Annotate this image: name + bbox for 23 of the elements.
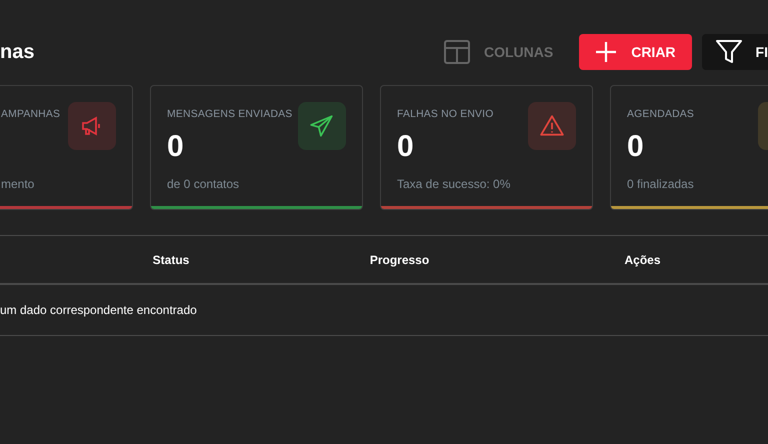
columns-icon bbox=[444, 40, 470, 64]
stat-label: FALHAS NO ENVIO bbox=[397, 109, 494, 120]
stat-caption: 0 finalizadas bbox=[627, 177, 694, 191]
page-title: nas bbox=[0, 40, 36, 64]
create-button[interactable]: CRIAR bbox=[579, 34, 692, 70]
filter-button[interactable]: FI bbox=[702, 34, 768, 70]
stat-caption: mento bbox=[1, 177, 34, 191]
stat-caption: de 0 contatos bbox=[167, 177, 240, 191]
stat-value: 0 bbox=[397, 130, 414, 164]
stat-caption: Taxa de sucesso: 0% bbox=[397, 177, 510, 191]
plus-icon bbox=[595, 41, 618, 63]
columns-button[interactable]: COLUNAS bbox=[428, 34, 570, 70]
paper-plane-icon bbox=[309, 113, 335, 139]
stat-label: AMPANHAS bbox=[1, 109, 60, 120]
stat-label: AGENDADAS bbox=[627, 109, 694, 120]
column-header: Ações bbox=[624, 252, 661, 266]
column-header: Progresso bbox=[370, 252, 430, 266]
stat-label: MENSAGENS ENVIADAS bbox=[167, 109, 292, 120]
filter-icon bbox=[716, 40, 742, 64]
column-header: Status bbox=[152, 252, 190, 266]
stat-value: 0 bbox=[167, 130, 184, 164]
stat-value: 0 bbox=[627, 130, 644, 164]
empty-message: um dado correspondente encontrado bbox=[0, 303, 197, 317]
